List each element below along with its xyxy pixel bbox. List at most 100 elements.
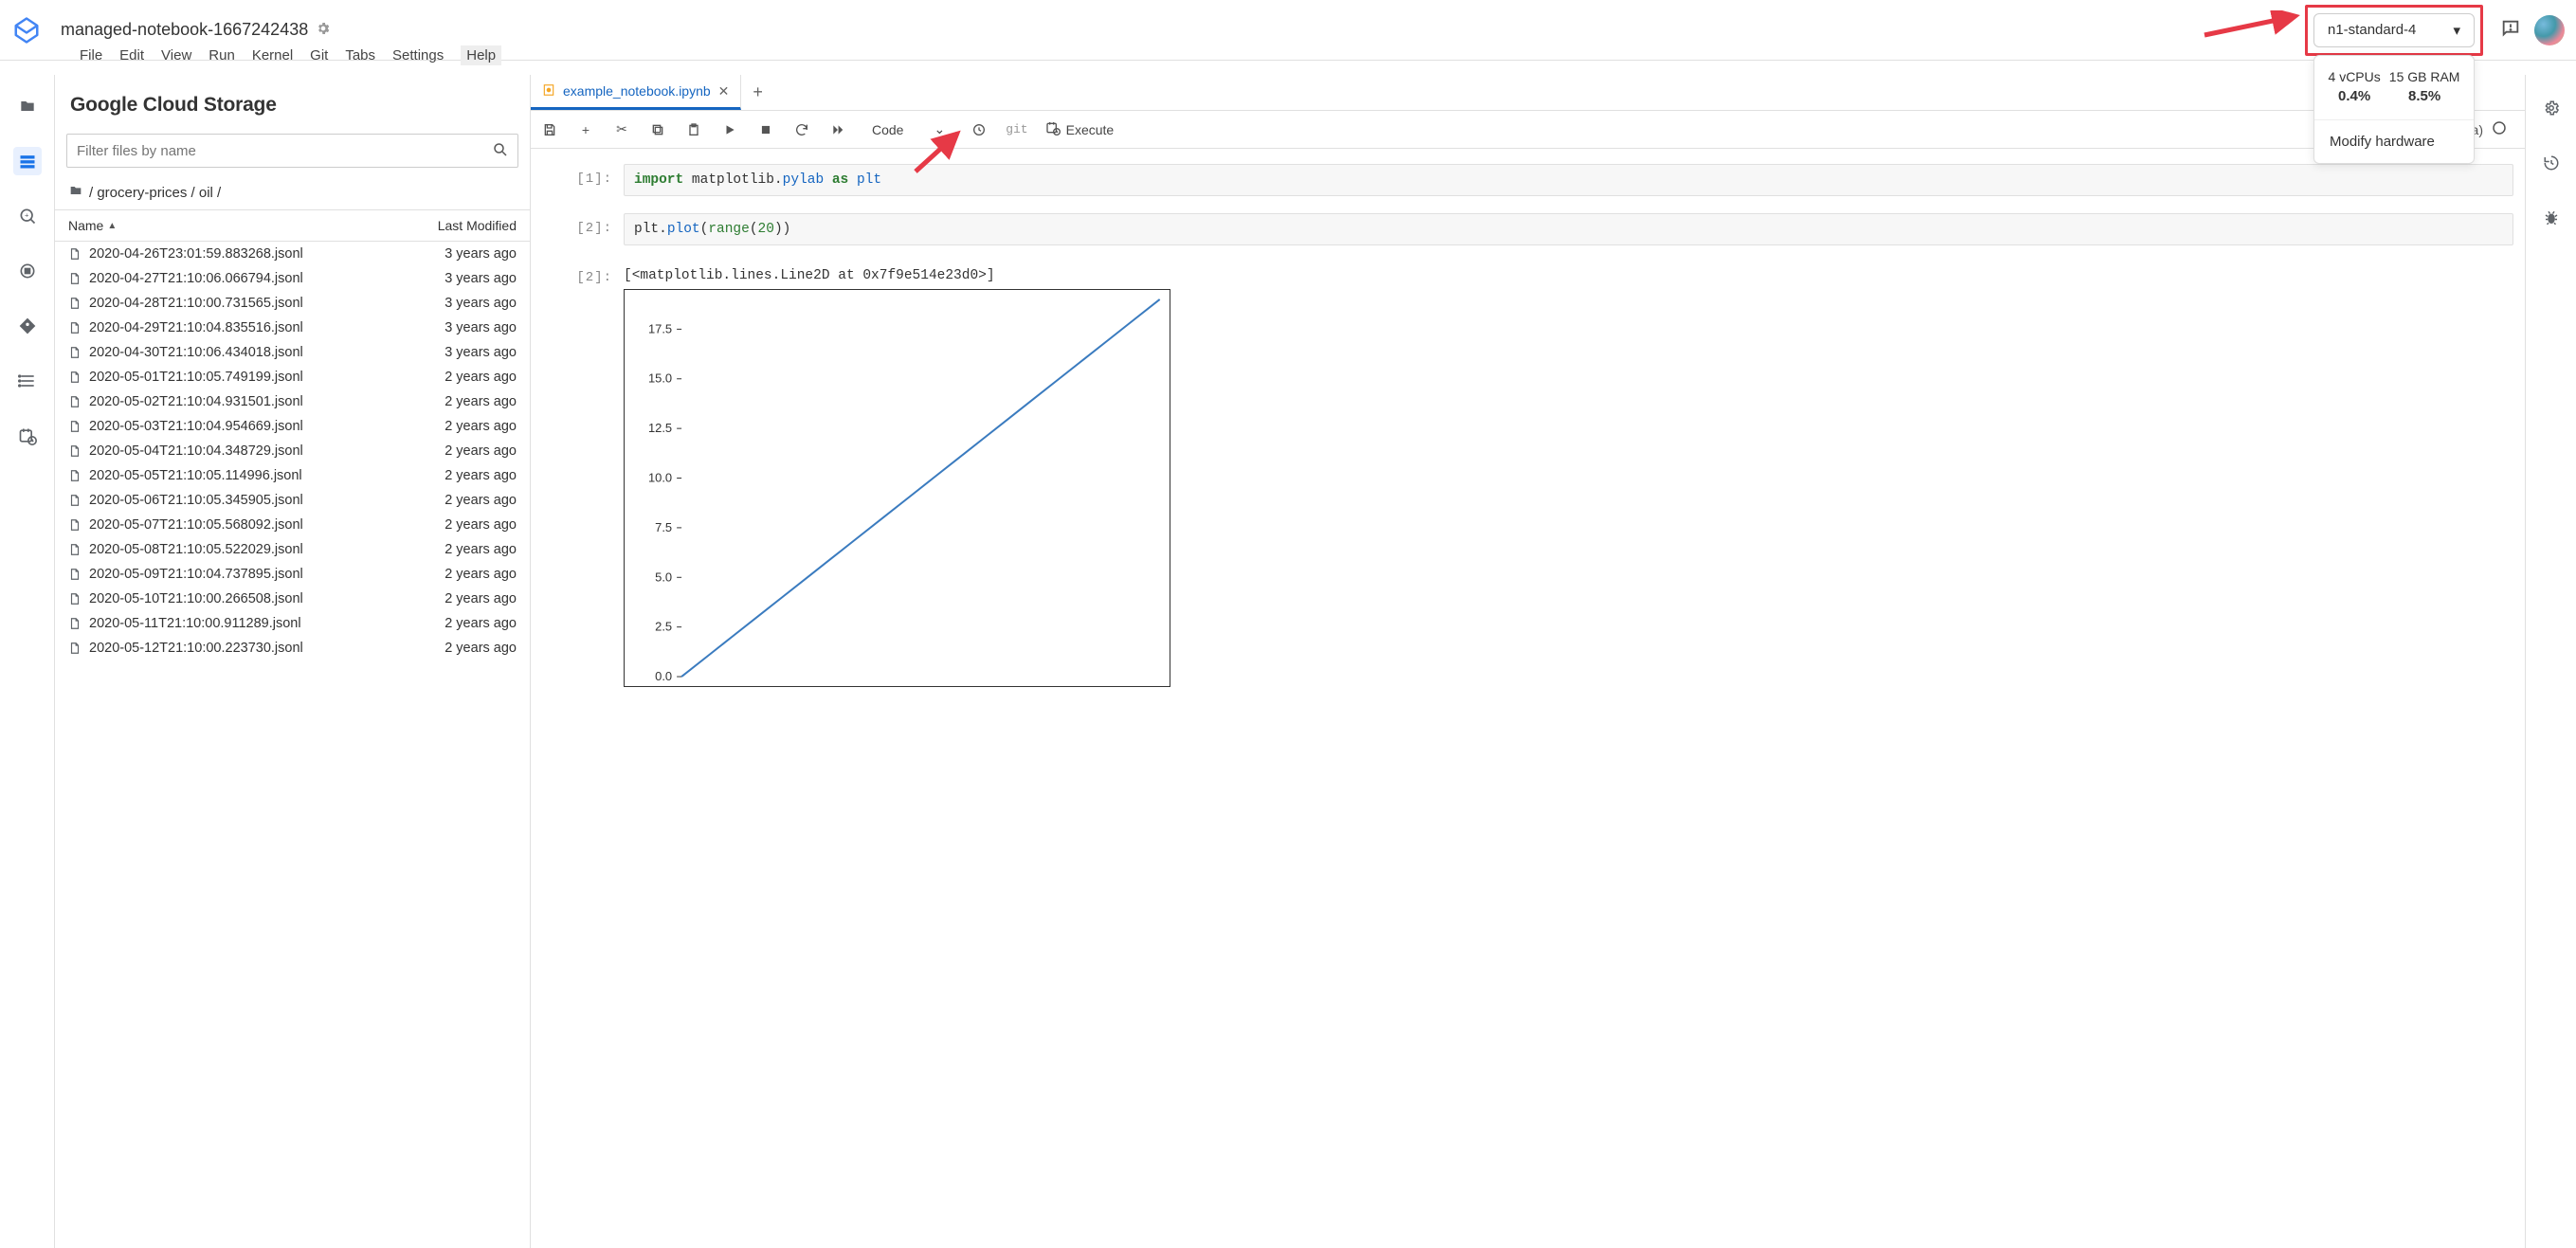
add-cell-icon[interactable]: +: [576, 120, 595, 139]
file-row[interactable]: 2020-05-10T21:10:00.266508.jsonl2 years …: [55, 587, 530, 611]
file-row[interactable]: 2020-05-01T21:10:05.749199.jsonl2 years …: [55, 365, 530, 389]
svg-text:15.0: 15.0: [648, 371, 672, 386]
notebook-area: example_notebook.ipynb ✕ + + ✂ Code ⌄ gi…: [531, 75, 2525, 1248]
notebook-tab-label: example_notebook.ipynb: [563, 83, 711, 99]
tabbar: example_notebook.ipynb ✕ +: [531, 75, 2525, 111]
menu-file[interactable]: File: [80, 47, 102, 63]
left-rail: +: [0, 75, 55, 1248]
svg-text:12.5: 12.5: [648, 421, 672, 435]
right-rail: [2525, 75, 2576, 1248]
file-panel: Google Cloud Storage / grocery-prices / …: [55, 75, 531, 1248]
file-row[interactable]: 2020-04-29T21:10:04.835516.jsonl3 years …: [55, 316, 530, 340]
file-row[interactable]: 2020-05-08T21:10:05.522029.jsonl2 years …: [55, 537, 530, 562]
in-prompt: [1]:: [569, 164, 624, 187]
menu-kernel[interactable]: Kernel: [252, 47, 293, 63]
menu-tabs[interactable]: Tabs: [345, 47, 375, 63]
file-row[interactable]: 2020-05-05T21:10:05.114996.jsonl2 years …: [55, 463, 530, 488]
hardware-popup: 4 vCPUs 0.4% 15 GB RAM 8.5% Modify hardw…: [2313, 55, 2475, 164]
kernel-status-icon[interactable]: [2491, 119, 2508, 139]
file-browser-icon[interactable]: [13, 92, 42, 120]
bigquery-icon[interactable]: +: [13, 202, 42, 230]
hardware-callout: n1-standard-4 ▾ 4 vCPUs 0.4% 15 GB RAM 8…: [2305, 5, 2483, 56]
notebook-tab-icon: [542, 83, 555, 99]
close-tab-icon[interactable]: ✕: [718, 83, 730, 99]
out-prompt: [2]:: [569, 262, 624, 285]
file-row[interactable]: 2020-05-03T21:10:04.954669.jsonl2 years …: [55, 414, 530, 439]
file-row[interactable]: 2020-04-27T21:10:06.066794.jsonl3 years …: [55, 266, 530, 291]
menu-settings[interactable]: Settings: [392, 47, 444, 63]
ram-label: 15 GB RAM: [2389, 69, 2460, 84]
svg-text:+: +: [24, 211, 28, 220]
history-rail-icon[interactable]: [2537, 149, 2566, 177]
menu-edit[interactable]: Edit: [119, 47, 144, 63]
menubar: File Edit View Run Kernel Git Tabs Setti…: [0, 45, 2576, 75]
add-tab-button[interactable]: +: [741, 82, 774, 102]
cpu-label: 4 vCPUs: [2329, 69, 2381, 84]
execute-icon: [1045, 120, 1061, 138]
gcs-browser-icon[interactable]: [13, 147, 42, 175]
celltype-select[interactable]: Code ⌄: [864, 118, 952, 141]
file-row[interactable]: 2020-05-12T21:10:00.223730.jsonl2 years …: [55, 636, 530, 660]
breadcrumb-path: / grocery-prices / oil /: [89, 185, 221, 201]
git-rail-icon[interactable]: [13, 312, 42, 340]
file-row[interactable]: 2020-05-07T21:10:05.568092.jsonl2 years …: [55, 513, 530, 537]
user-avatar[interactable]: [2534, 15, 2565, 45]
code-cell[interactable]: [1]: import matplotlib.pylab as plt: [569, 164, 2513, 196]
feedback-icon[interactable]: [2500, 18, 2521, 42]
git-toolbar-label[interactable]: git: [1006, 122, 1027, 136]
run-all-icon[interactable]: [828, 120, 847, 139]
stop-icon[interactable]: [756, 120, 775, 139]
file-row[interactable]: 2020-05-11T21:10:00.911289.jsonl2 years …: [55, 611, 530, 636]
restart-icon[interactable]: [792, 120, 811, 139]
notebook-title[interactable]: managed-notebook-1667242438: [61, 20, 308, 40]
code-cell[interactable]: [2]: plt.plot(range(20)): [569, 213, 2513, 245]
file-row[interactable]: 2020-04-26T23:01:59.883268.jsonl3 years …: [55, 242, 530, 266]
menu-git[interactable]: Git: [310, 47, 328, 63]
breadcrumb[interactable]: / grocery-prices / oil /: [55, 179, 530, 209]
history-icon[interactable]: [970, 120, 989, 139]
run-icon[interactable]: [720, 120, 739, 139]
cut-icon[interactable]: ✂: [612, 120, 631, 139]
save-icon[interactable]: [540, 120, 559, 139]
search-icon[interactable]: [492, 141, 509, 161]
svg-text:7.5: 7.5: [655, 520, 672, 534]
cpu-value: 0.4%: [2338, 88, 2370, 104]
chevron-down-icon: ▾: [2453, 22, 2460, 39]
file-row[interactable]: 2020-05-04T21:10:04.348729.jsonl2 years …: [55, 439, 530, 463]
file-panel-title: Google Cloud Storage: [55, 75, 530, 134]
paste-icon[interactable]: [684, 120, 703, 139]
file-row[interactable]: 2020-05-02T21:10:04.931501.jsonl2 years …: [55, 389, 530, 414]
ram-stat: 15 GB RAM 8.5%: [2389, 69, 2460, 104]
output-plot: 0.02.55.07.510.012.515.017.5: [624, 289, 1170, 687]
machine-type-label: n1-standard-4: [2328, 22, 2416, 38]
product-logo-icon: [11, 15, 42, 45]
machine-type-dropdown[interactable]: n1-standard-4 ▾: [2313, 13, 2475, 47]
notebook-tab[interactable]: example_notebook.ipynb ✕: [531, 75, 741, 110]
toc-icon[interactable]: [13, 367, 42, 395]
code-input[interactable]: plt.plot(range(20)): [624, 213, 2513, 245]
menu-run[interactable]: Run: [209, 47, 235, 63]
debug-icon[interactable]: [2537, 204, 2566, 232]
menu-help[interactable]: Help: [461, 45, 501, 65]
svg-text:17.5: 17.5: [648, 321, 672, 335]
file-row[interactable]: 2020-04-28T21:10:00.731565.jsonl3 years …: [55, 291, 530, 316]
file-row[interactable]: 2020-05-06T21:10:05.345905.jsonl2 years …: [55, 488, 530, 513]
cpu-stat: 4 vCPUs 0.4%: [2329, 69, 2381, 104]
running-kernels-icon[interactable]: [13, 257, 42, 285]
col-name-header[interactable]: Name▲: [55, 210, 388, 241]
file-filter-input[interactable]: [66, 134, 518, 168]
code-input[interactable]: import matplotlib.pylab as plt: [624, 164, 2513, 196]
kernel-settings-icon[interactable]: [316, 21, 331, 39]
file-list-header: Name▲ Last Modified: [55, 209, 530, 242]
scheduler-icon[interactable]: [13, 422, 42, 450]
execute-button[interactable]: Execute: [1045, 120, 1115, 138]
modify-hardware-button[interactable]: Modify hardware: [2314, 119, 2474, 163]
inspector-icon[interactable]: [2537, 94, 2566, 122]
menu-view[interactable]: View: [161, 47, 191, 63]
col-modified-header[interactable]: Last Modified: [388, 210, 530, 241]
copy-icon[interactable]: [648, 120, 667, 139]
in-prompt: [2]:: [569, 213, 624, 236]
notebook-body: [1]: import matplotlib.pylab as plt [2]:…: [531, 149, 2525, 1248]
file-row[interactable]: 2020-04-30T21:10:06.434018.jsonl3 years …: [55, 340, 530, 365]
file-row[interactable]: 2020-05-09T21:10:04.737895.jsonl2 years …: [55, 562, 530, 587]
